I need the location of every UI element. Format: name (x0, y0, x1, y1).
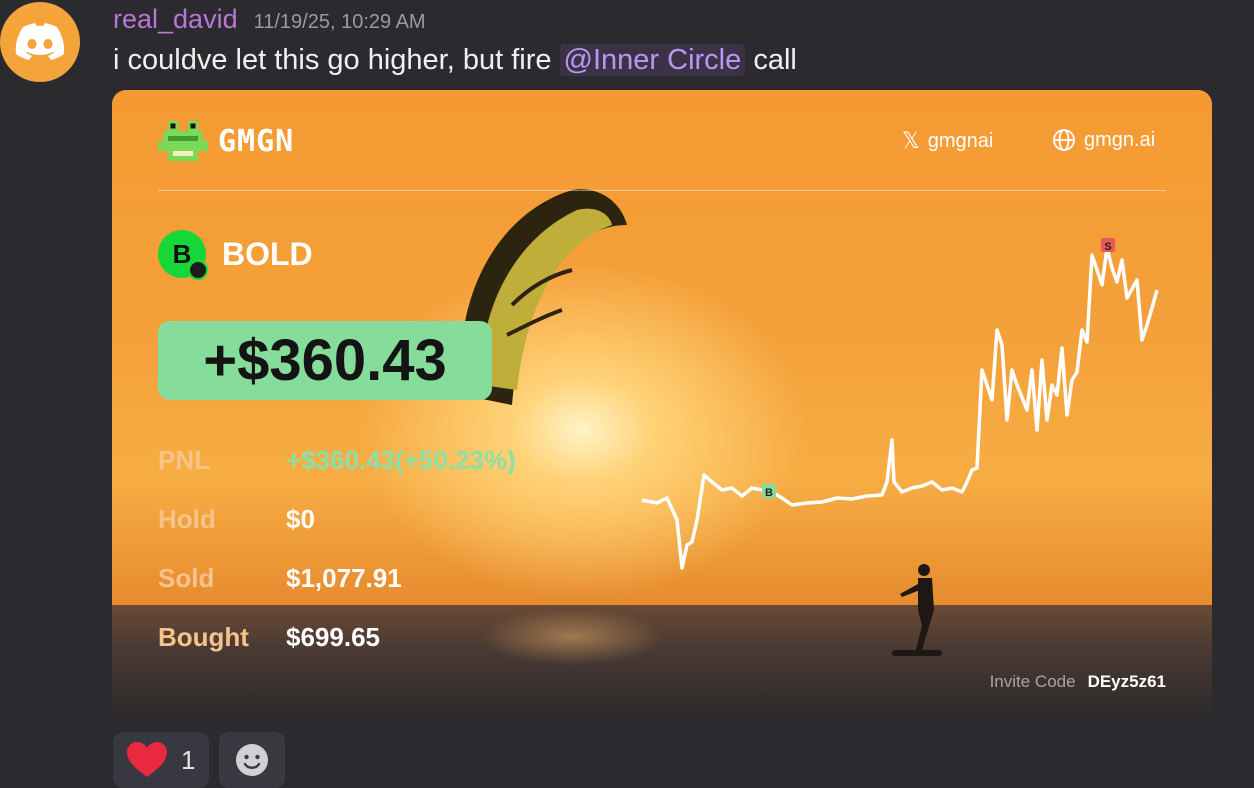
globe-icon (1053, 129, 1075, 151)
pnl-card-image[interactable]: GMGN 𝕏 gmgnai gmgn.ai B BOLD +$360.43 PN… (112, 90, 1212, 714)
price-chart: B S (641, 238, 1159, 570)
message-text-before: i couldve let this go higher, but fire (113, 44, 560, 76)
reactions-bar: 1 (113, 732, 286, 788)
stat-value-hold: $0 (286, 504, 315, 534)
invite-code-value: DEyz5z61 (1087, 672, 1166, 691)
stat-label-sold: Sold (158, 563, 215, 593)
brand-name: GMGN (218, 123, 295, 159)
stat-label-bought: Bought (158, 622, 249, 652)
message-timestamp: 11/19/25, 10:29 AM (253, 11, 426, 33)
add-reaction-icon (236, 744, 269, 776)
invite-code-label: Invite Code (989, 672, 1076, 691)
reaction-count: 1 (181, 744, 196, 775)
stat-label-hold: Hold (158, 504, 216, 534)
stat-value-pnl: +$360.43(+50.23%) (286, 445, 516, 475)
discord-logo-icon (15, 23, 65, 60)
stat-label-pnl: PNL (158, 445, 210, 475)
website-text: gmgn.ai (1084, 128, 1156, 151)
stat-value-sold: $1,077.91 (286, 563, 402, 593)
invite-code-block: Invite Code DEyz5z61 (990, 672, 1166, 692)
token-info: B BOLD (158, 230, 313, 280)
card-divider (158, 190, 1166, 191)
frog-logo-icon (158, 121, 208, 161)
message-text-after: call (745, 44, 797, 76)
reaction-heart[interactable]: 1 (113, 732, 210, 788)
role-mention[interactable]: @Inner Circle (559, 44, 746, 76)
website-link: gmgn.ai (1052, 128, 1155, 152)
x-handle-text: gmgnai (927, 129, 994, 152)
stat-value-bought: $699.65 (286, 622, 380, 652)
buy-marker-label: B (765, 487, 773, 499)
sun-reflection (442, 610, 702, 700)
pnl-amount-badge: +$360.43 (158, 321, 492, 400)
add-reaction-button[interactable] (219, 732, 286, 788)
x-handle: 𝕏 gmgnai (902, 128, 993, 154)
message-text: i couldve let this go higher, but fire @… (113, 44, 797, 77)
chain-badge-icon (188, 260, 208, 280)
price-line (641, 246, 1159, 570)
username[interactable]: real_david (113, 4, 238, 35)
avatar[interactable] (0, 2, 80, 82)
x-logo-icon: 𝕏 (902, 128, 920, 153)
sell-marker-label: S (1104, 241, 1111, 253)
token-logo-icon: B (158, 230, 208, 280)
token-name: BOLD (222, 235, 313, 272)
heart-icon (127, 742, 167, 777)
brand: GMGN (158, 116, 294, 166)
